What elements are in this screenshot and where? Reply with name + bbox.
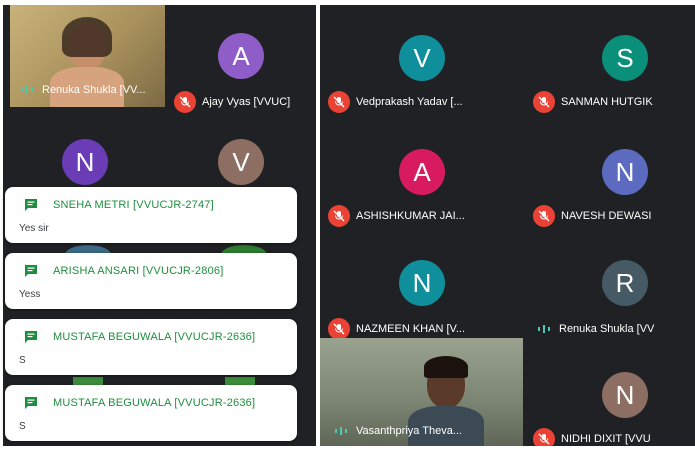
participant-avatar: N bbox=[399, 260, 445, 306]
mic-off-icon bbox=[328, 91, 350, 113]
participant-avatar: N bbox=[602, 372, 648, 418]
participant-name: Vedprakash Yadav [... bbox=[356, 96, 463, 108]
participant-tile[interactable]: N NAVESH DEWASI bbox=[525, 117, 695, 227]
mic-off-icon bbox=[174, 91, 196, 113]
right-participant-grid: V Vedprakash Yadav [... S SANMAN HUTGIK … bbox=[320, 5, 695, 446]
participant-video-tile[interactable]: Vasanthpriya Theva... bbox=[320, 338, 523, 446]
participant-tile[interactable]: A ASHISHKUMAR JAI... bbox=[320, 117, 520, 227]
chat-notification[interactable]: ARISHA ANSARI [VVUCJR-2806] Yess bbox=[5, 253, 297, 309]
audio-level-icon bbox=[16, 79, 38, 101]
participant-name: ASHISHKUMAR JAI... bbox=[356, 210, 465, 222]
participant-tile[interactable]: N NIDHI DIXIT [VVU bbox=[525, 338, 695, 446]
participant-name: Renuka Shukla [VV bbox=[559, 323, 655, 335]
participant-tile[interactable]: S SANMAN HUTGIK bbox=[525, 5, 695, 115]
mic-off-icon bbox=[328, 318, 350, 340]
chat-bubble-icon bbox=[25, 265, 37, 277]
participant-tile[interactable]: N NAZMEEN KHAN [V... bbox=[320, 230, 520, 340]
chat-bubble-icon bbox=[25, 397, 37, 409]
chat-sender: MUSTAFA BEGUWALA [VVUCJR-2636] bbox=[53, 397, 256, 409]
participant-nameplate: Renuka Shukla [VV bbox=[533, 318, 654, 340]
participant-name: Vasanthpriya Theva... bbox=[356, 425, 462, 437]
participant-nameplate: NIDHI DIXIT [VVU bbox=[533, 428, 651, 446]
participant-name: NAVESH DEWASI bbox=[561, 210, 652, 222]
chat-message: Yess bbox=[19, 289, 41, 300]
chat-sender: MUSTAFA BEGUWALA [VVUCJR-2636] bbox=[53, 331, 256, 343]
chat-bubble-icon bbox=[25, 331, 37, 343]
participant-avatar: N bbox=[62, 139, 108, 185]
participant-avatar: N bbox=[602, 149, 648, 195]
participant-avatar: R bbox=[602, 260, 648, 306]
chat-notification[interactable]: MUSTAFA BEGUWALA [VVUCJR-2636] S bbox=[5, 319, 297, 375]
participant-video-feed-hair bbox=[424, 356, 468, 378]
participant-name: NAZMEEN KHAN [V... bbox=[356, 323, 466, 335]
chat-bubble-icon bbox=[25, 199, 37, 211]
chat-message: S bbox=[19, 421, 26, 432]
mic-off-icon bbox=[533, 91, 555, 113]
participant-nameplate: NAVESH DEWASI bbox=[533, 205, 651, 227]
participant-tile[interactable]: V Vedprakash Yadav [... bbox=[320, 5, 520, 115]
participant-nameplate: ASHISHKUMAR JAI... bbox=[328, 205, 465, 227]
participant-video-feed-hair bbox=[62, 17, 112, 57]
participant-nameplate: Renuka Shukla [VV... bbox=[16, 79, 146, 101]
participant-name: Ajay Vyas [VVUC] bbox=[202, 96, 291, 108]
participant-name: NIDHI DIXIT [VVU bbox=[561, 433, 651, 445]
mic-off-icon bbox=[533, 428, 555, 446]
chat-message: S bbox=[19, 355, 26, 366]
participant-nameplate: SANMAN HUTGIK bbox=[533, 91, 653, 113]
chat-notification[interactable]: MUSTAFA BEGUWALA [VVUCJR-2636] S bbox=[5, 385, 297, 441]
chat-notification[interactable]: SNEHA METRI [VVUCJR-2747] Yes sir bbox=[5, 187, 297, 243]
participant-name: Renuka Shukla [VV... bbox=[42, 84, 146, 96]
participant-nameplate: Vasanthpriya Theva... bbox=[330, 420, 462, 442]
chat-message: Yes sir bbox=[19, 223, 49, 234]
chat-sender: SNEHA METRI [VVUCJR-2747] bbox=[53, 199, 214, 211]
participant-avatar: V bbox=[399, 35, 445, 81]
mic-off-icon bbox=[328, 205, 350, 227]
audio-level-icon bbox=[330, 420, 352, 442]
participant-name: SANMAN HUTGIK bbox=[561, 96, 653, 108]
participant-avatar: S bbox=[602, 35, 648, 81]
participant-nameplate: Ajay Vyas [VVUC] bbox=[174, 91, 290, 113]
chat-sender: ARISHA ANSARI [VVUCJR-2806] bbox=[53, 265, 224, 277]
participant-tile[interactable]: A Ajay Vyas [VVUC] bbox=[166, 5, 316, 115]
mic-off-icon bbox=[533, 205, 555, 227]
participant-nameplate: NAZMEEN KHAN [V... bbox=[328, 318, 465, 340]
participant-avatar: A bbox=[218, 33, 264, 79]
participant-avatar: A bbox=[399, 149, 445, 195]
participant-tile[interactable]: R Renuka Shukla [VV bbox=[525, 230, 695, 340]
audio-level-icon bbox=[533, 318, 555, 340]
participant-avatar: V bbox=[218, 139, 264, 185]
participant-video-tile[interactable]: Renuka Shukla [VV... bbox=[10, 5, 165, 107]
participant-nameplate: Vedprakash Yadav [... bbox=[328, 91, 463, 113]
